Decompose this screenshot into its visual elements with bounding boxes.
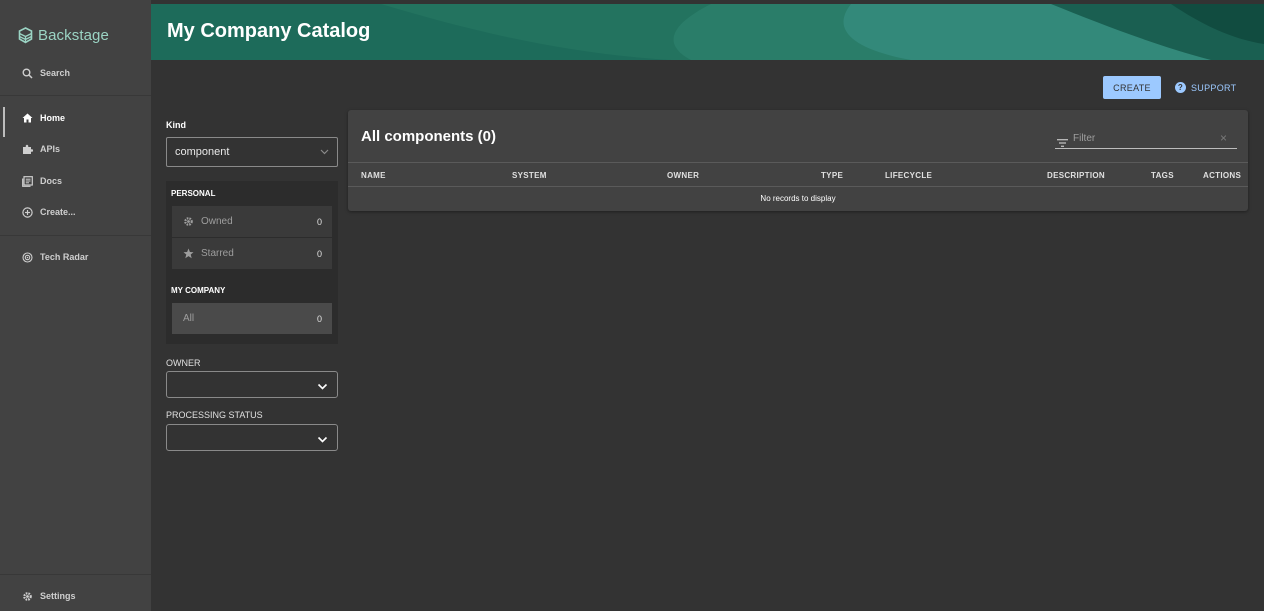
filter-starred-label: Starred xyxy=(201,248,234,259)
kind-select[interactable]: component xyxy=(166,137,338,167)
empty-table-message: No records to display xyxy=(760,194,836,203)
components-table-panel: All components (0) × NAME SYSTEM OWNER T… xyxy=(348,110,1248,211)
sidebar-item-create[interactable]: Create... xyxy=(0,198,151,226)
sidebar-divider xyxy=(0,235,151,236)
puzzle-icon xyxy=(21,143,33,155)
sidebar-item-label: Tech Radar xyxy=(40,252,89,262)
sidebar-item-label: Create... xyxy=(40,207,76,217)
table-header-row: NAME SYSTEM OWNER TYPE LIFECYCLE DESCRIP… xyxy=(348,162,1248,187)
filter-owned-label: Owned xyxy=(201,216,233,227)
support-button[interactable]: ? SUPPORT xyxy=(1175,80,1236,95)
sidebar-item-label: Home xyxy=(40,113,66,123)
column-header-lifecycle[interactable]: LIFECYCLE xyxy=(885,171,932,180)
create-button[interactable]: CREATE xyxy=(1103,76,1161,99)
support-label: SUPPORT xyxy=(1191,82,1237,93)
search-icon xyxy=(21,67,33,79)
column-header-type[interactable]: TYPE xyxy=(821,171,843,180)
help-icon: ? xyxy=(1175,82,1186,93)
processing-status-select[interactable] xyxy=(166,424,338,451)
gear-icon xyxy=(21,590,33,602)
personal-group-label: PERSONAL xyxy=(171,189,216,198)
column-header-tags[interactable]: TAGS xyxy=(1151,171,1174,180)
table-title: All components (0) xyxy=(361,128,497,145)
backstage-logo[interactable]: Backstage xyxy=(18,24,109,46)
sidebar-item-docs[interactable]: Docs xyxy=(0,167,151,195)
app-name: Backstage xyxy=(38,26,109,44)
gear-icon xyxy=(183,216,195,227)
sidebar-item-label: Docs xyxy=(40,176,63,186)
kind-label: Kind xyxy=(166,120,186,130)
add-circle-icon xyxy=(21,206,33,218)
column-header-system[interactable]: SYSTEM xyxy=(512,171,547,180)
home-icon xyxy=(21,112,33,124)
filter-starred[interactable]: Starred 0 xyxy=(172,238,332,269)
sidebar-item-label: Settings xyxy=(40,591,76,601)
chevron-down-icon xyxy=(320,147,329,158)
filter-starred-count: 0 xyxy=(316,248,322,259)
sidebar-item-label: APIs xyxy=(40,144,61,154)
sidebar-search-label: Search xyxy=(40,68,71,78)
sidebar-item-tech-radar[interactable]: Tech Radar xyxy=(0,243,151,271)
backstage-logo-icon xyxy=(18,26,33,43)
table-filter-input[interactable] xyxy=(1073,130,1213,146)
column-header-description[interactable]: DESCRIPTION xyxy=(1047,171,1105,180)
docs-icon xyxy=(21,175,33,187)
filter-owned-count: 0 xyxy=(316,216,322,227)
processing-status-label: PROCESSING STATUS xyxy=(166,410,263,420)
sidebar-search[interactable]: Search xyxy=(0,59,151,87)
sidebar: Backstage Search Home APIs Docs Create..… xyxy=(0,0,151,611)
page-header: My Company Catalog xyxy=(151,4,1264,60)
clear-icon[interactable]: × xyxy=(1220,131,1227,145)
sidebar-divider xyxy=(0,574,151,575)
column-header-owner[interactable]: OWNER xyxy=(667,171,699,180)
my-company-group-label: MY COMPANY xyxy=(171,286,226,295)
filter-all[interactable]: All 0 xyxy=(172,303,332,334)
filter-owned[interactable]: Owned 0 xyxy=(172,206,332,237)
sidebar-item-home[interactable]: Home xyxy=(0,104,151,137)
table-filter[interactable]: × xyxy=(1055,128,1237,149)
owner-select[interactable] xyxy=(166,371,338,398)
page-title: My Company Catalog xyxy=(167,20,371,42)
sidebar-item-apis[interactable]: APIs xyxy=(0,135,151,163)
column-header-name[interactable]: NAME xyxy=(361,171,386,180)
column-header-actions: ACTIONS xyxy=(1203,171,1242,180)
chevron-down-icon xyxy=(317,379,328,397)
sidebar-item-settings[interactable]: Settings xyxy=(0,582,151,610)
filter-all-label: All xyxy=(183,313,195,324)
sidebar-divider xyxy=(0,95,151,96)
filter-all-count: 0 xyxy=(316,313,322,324)
star-icon xyxy=(183,248,195,259)
chevron-down-icon xyxy=(317,432,328,450)
owner-label: OWNER xyxy=(166,358,201,368)
kind-select-value: component xyxy=(175,146,230,158)
radar-icon xyxy=(21,251,33,263)
filter-icon xyxy=(1057,134,1068,152)
